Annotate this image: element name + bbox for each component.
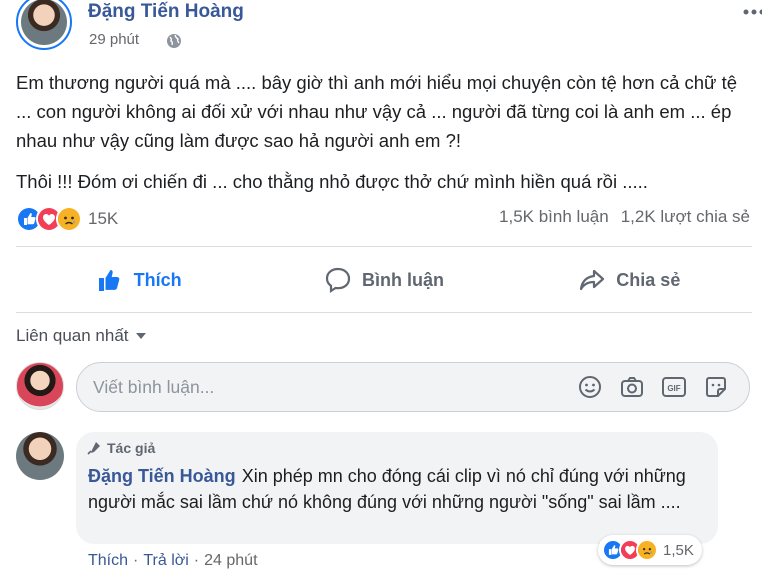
separator-dot: · xyxy=(133,552,139,569)
comment-button[interactable]: Bình luận xyxy=(261,252,506,308)
comment-bubble-icon xyxy=(325,267,351,294)
current-user-avatar[interactable] xyxy=(16,362,64,410)
emoji-icon[interactable] xyxy=(577,374,603,400)
post-paragraph: Thôi !!! Đóm ơi chiến đi ... cho thằng n… xyxy=(16,171,648,192)
commenter-avatar[interactable] xyxy=(16,432,64,480)
author-avatar[interactable] xyxy=(16,0,72,50)
author-badge-label: Tác giả xyxy=(107,440,156,456)
reaction-summary[interactable]: 15K xyxy=(16,205,118,233)
post-stats: 1,5K bình luận 1,2K lượt chia sẻ xyxy=(499,207,750,227)
separator-dot: · xyxy=(193,552,200,569)
microphone-icon xyxy=(87,442,100,455)
sad-reaction-icon xyxy=(636,539,658,561)
comment-meta: Thích · Trả lời · 24 phút xyxy=(88,552,258,570)
comment-reply-link[interactable]: Trả lời xyxy=(143,552,188,570)
post-action-bar: Thích Bình luận Chia sẻ xyxy=(16,252,752,308)
gif-icon[interactable]: GIF xyxy=(661,374,687,400)
comment-text: Đặng Tiến Hoàng Xin phép mn cho đóng cái … xyxy=(88,463,708,515)
comment-reaction-count: 1,5K xyxy=(663,541,694,559)
like-button-label: Thích xyxy=(133,269,182,290)
caret-down-icon xyxy=(135,333,146,339)
comment-time[interactable]: 24 phút xyxy=(204,552,257,570)
comment-reaction-summary[interactable]: 1,5K xyxy=(598,535,702,565)
divider xyxy=(16,312,752,313)
post-paragraph: Em thương người quá mà .... bây giờ thì … xyxy=(16,72,738,151)
shares-count-link[interactable]: 1,2K lượt chia sẻ xyxy=(621,207,750,227)
svg-text:GIF: GIF xyxy=(667,384,680,393)
like-button[interactable]: Thích xyxy=(16,252,261,308)
more-options-icon[interactable] xyxy=(741,2,762,22)
comment-input[interactable]: Viết bình luận... GIF xyxy=(76,362,750,412)
comment-button-label: Bình luận xyxy=(361,269,444,290)
share-arrow-icon xyxy=(580,269,605,291)
post-header: Đặng Tiến Hoàng 29 phút xyxy=(14,0,762,60)
sad-reaction-icon xyxy=(56,206,82,232)
comment-author-name[interactable]: Đặng Tiến Hoàng xyxy=(88,466,236,486)
thumbs-up-icon xyxy=(98,270,119,291)
post-author-name[interactable]: Đặng Tiến Hoàng xyxy=(88,1,244,23)
share-button-label: Chia sẻ xyxy=(616,269,681,290)
divider xyxy=(16,246,752,247)
author-badge: Tác giả xyxy=(86,440,155,456)
comment-sort-dropdown[interactable]: Liên quan nhất xyxy=(16,326,147,346)
sort-label: Liên quan nhất xyxy=(16,326,129,345)
globe-icon xyxy=(167,34,181,48)
share-button[interactable]: Chia sẻ xyxy=(507,252,752,308)
comment-input-placeholder: Viết bình luận... xyxy=(93,377,215,397)
reaction-count[interactable]: 15K xyxy=(88,209,118,229)
comments-count-link[interactable]: 1,5K bình luận xyxy=(499,207,609,227)
comment-like-link[interactable]: Thích xyxy=(88,552,128,570)
post-timestamp[interactable]: 29 phút xyxy=(89,31,139,48)
camera-icon[interactable] xyxy=(619,374,645,400)
comment-input-tools: GIF xyxy=(577,374,729,400)
sticker-icon[interactable] xyxy=(703,374,729,400)
post-body: Em thương người quá mà .... bây giờ thì … xyxy=(16,68,752,208)
comment-bubble: Tác giả Đặng Tiến Hoàng Xin phép mn cho đ… xyxy=(76,432,718,544)
